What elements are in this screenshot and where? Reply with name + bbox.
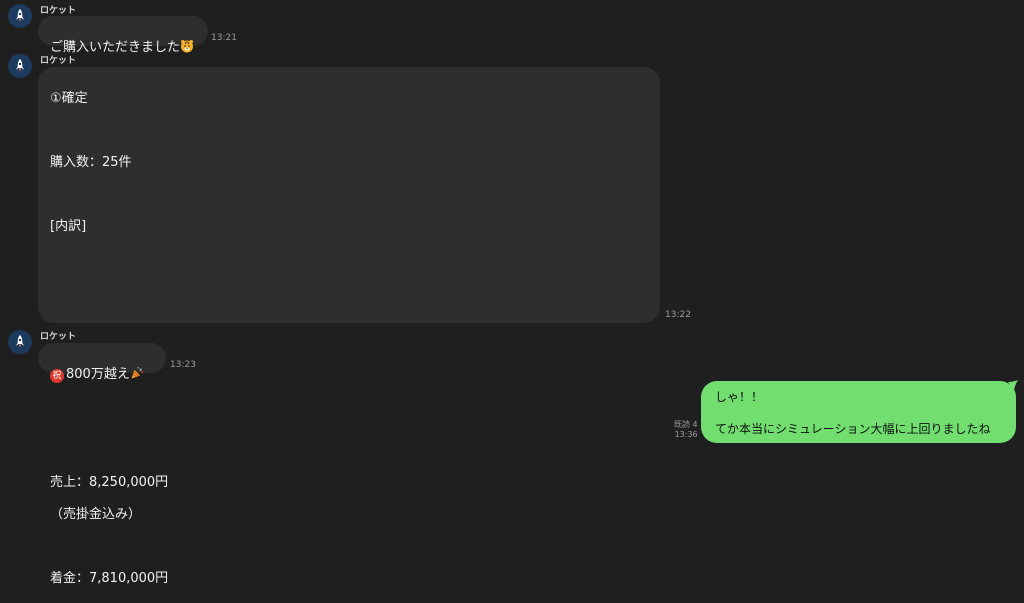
sender-name: ロケット <box>40 332 77 342</box>
message-line <box>50 251 660 267</box>
message-line <box>50 315 660 331</box>
message-bubble[interactable]: ご購入いただきました <box>38 16 208 55</box>
avatar[interactable] <box>8 330 32 354</box>
party-popper-icon <box>131 367 143 379</box>
rocket-icon <box>16 9 24 22</box>
message-line: 着金：7,810,000円 <box>50 571 169 586</box>
message-line: 購入数：25件 <box>50 155 132 170</box>
message-bubble[interactable]: ①確定 購入数：25件 [内訳] 売上：8,250,000円 （売掛金込み） 着… <box>38 67 660 586</box>
message-text: 800万越え <box>66 367 130 382</box>
message-line <box>50 187 660 203</box>
message-line <box>50 539 660 555</box>
read-receipt: 既読 4 13:36 <box>674 420 698 440</box>
message-line: （売掛金込み） <box>50 507 142 522</box>
message-line: ①確定 <box>50 91 88 106</box>
message-line <box>50 379 660 395</box>
message-bubble[interactable]: 祝 800万越え <box>38 343 166 383</box>
avatar[interactable] <box>8 54 32 78</box>
avatar[interactable] <box>8 4 32 28</box>
message-line: [内訳] <box>50 219 87 234</box>
timestamp: 13:22 <box>665 310 691 320</box>
tiger-face-icon <box>181 40 194 53</box>
message-line <box>50 411 660 427</box>
sender-name: ロケット <box>40 6 77 16</box>
rocket-icon <box>16 335 24 348</box>
message-line: しゃ！！ <box>715 390 764 404</box>
celebration-badge-icon: 祝 <box>50 369 64 383</box>
message-line: 売上：8,250,000円 <box>50 475 169 490</box>
message-line <box>715 405 1016 421</box>
message-line <box>50 123 660 139</box>
message-bubble-outgoing[interactable]: しゃ！！ てか本当にシミュレーション大幅に上回りましたね <box>701 381 1016 443</box>
rocket-icon <box>16 59 24 72</box>
read-label: 既読 4 <box>674 420 698 429</box>
timestamp: 13:23 <box>170 360 196 370</box>
timestamp: 13:36 <box>674 430 698 439</box>
message-line <box>50 443 660 459</box>
bubble-tail <box>1008 380 1018 390</box>
message-line: てか本当にシミュレーション大幅に上回りましたね <box>715 422 991 436</box>
message-line <box>50 283 660 299</box>
timestamp: 13:21 <box>211 33 237 43</box>
sender-name: ロケット <box>40 56 77 66</box>
